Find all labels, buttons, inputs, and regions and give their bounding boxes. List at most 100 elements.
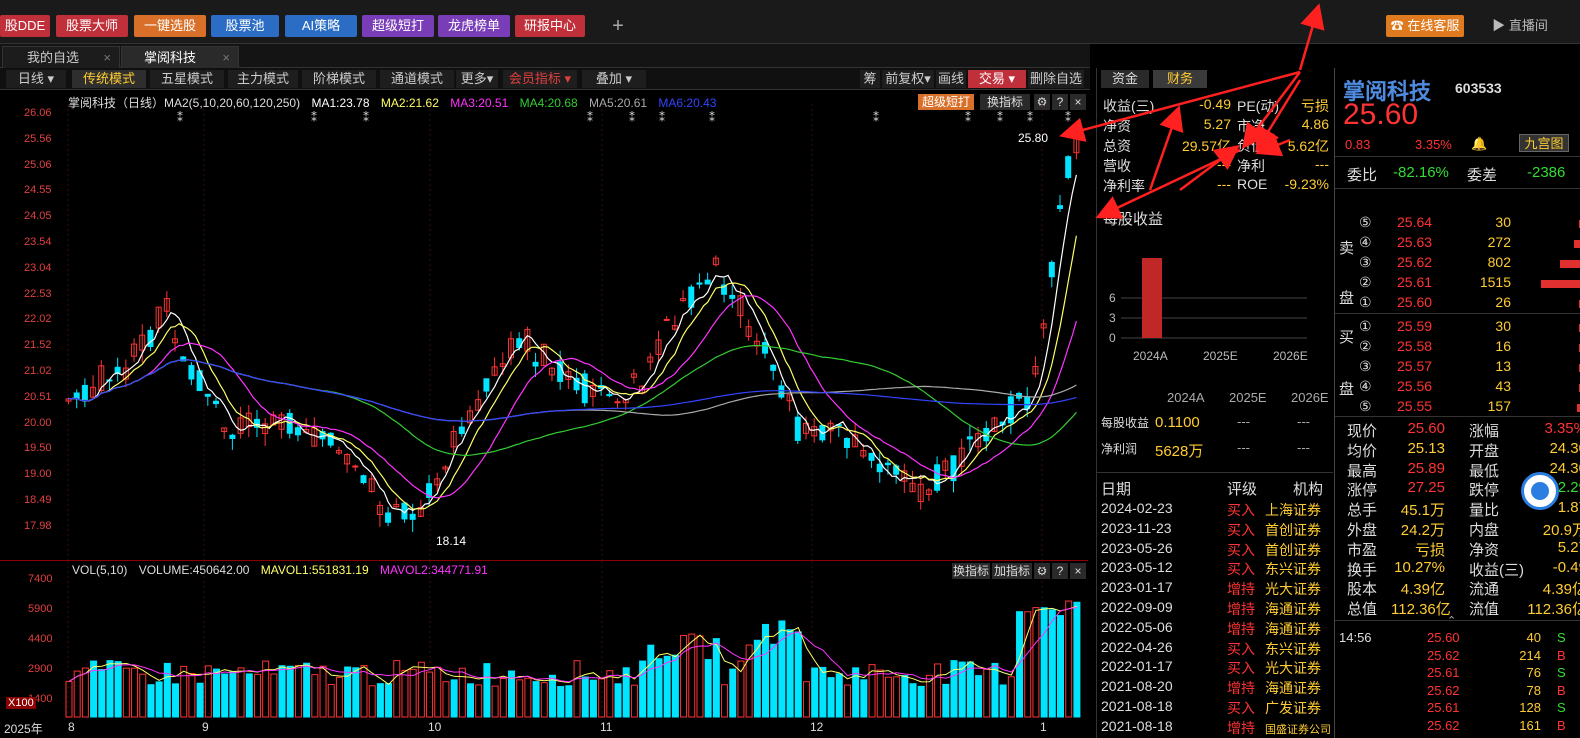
buy-level[interactable]: ⑤ 25.55 157 (1335, 398, 1580, 418)
event-marker[interactable]: ⁑ (363, 111, 369, 125)
nine-grid-button[interactable]: 九宫图 (1519, 134, 1569, 152)
adjust-select[interactable]: 前复权▾ (882, 70, 934, 88)
close-icon[interactable]: × (103, 47, 111, 69)
event-marker[interactable]: ⁑ (709, 111, 715, 125)
event-marker[interactable]: ⁑ (177, 111, 183, 125)
rating-row[interactable]: 2024-02-23 买入 上海证券 (1097, 500, 1333, 519)
mode-overlay[interactable]: 叠加 ▾ (582, 70, 646, 88)
mode-channel[interactable]: 通道模式 (380, 70, 454, 88)
event-marker[interactable]: ⁑ (629, 111, 635, 125)
toolbar-ai-strategy[interactable]: AI策略 (285, 15, 357, 37)
stat-value: 25.13 (1407, 439, 1445, 457)
level-price: 25.57 (1397, 358, 1433, 374)
rating-row[interactable]: 2021-08-18 买入 广发证券 (1097, 698, 1333, 717)
rating-row[interactable]: 2021-08-20 增持 海通证券 (1097, 678, 1333, 697)
mode-main-force[interactable]: 主力模式 (228, 70, 298, 88)
sell-level[interactable]: ② 25.61 1515 (1335, 274, 1580, 294)
tab-stock[interactable]: 掌阅科技 × (121, 46, 239, 68)
level-price: 25.64 (1397, 214, 1433, 230)
buy-level[interactable]: ① 25.59 30 (1335, 318, 1580, 338)
toolbar-one-click-pick[interactable]: 一键选股 (134, 15, 206, 37)
price-tick: 25.06 (24, 158, 52, 171)
month-label: 12 (810, 720, 824, 734)
event-marker[interactable]: ⁑ (1065, 111, 1071, 125)
trade-button[interactable]: 交易 ▾ (968, 70, 1026, 88)
event-marker[interactable]: ⁑ (873, 111, 879, 125)
rating-date: 2021-08-20 (1101, 678, 1173, 695)
tick-price: 25.62 (1427, 682, 1460, 698)
remove-watchlist-button[interactable]: 删除自选 (1028, 70, 1084, 88)
level-index: ③ (1359, 254, 1372, 270)
level-index: ④ (1359, 234, 1372, 250)
assistant-float-button[interactable] (1521, 472, 1559, 510)
period-select[interactable]: 日线 ▾ (6, 70, 66, 88)
tab-funds[interactable]: 资金 (1101, 70, 1149, 88)
mode-five-star[interactable]: 五星模式 (150, 70, 224, 88)
rating-org: 广发证券 (1265, 700, 1321, 716)
tab-watchlist[interactable]: 我的自选 × (2, 46, 120, 68)
rating-grade: 买入 (1227, 561, 1255, 578)
fin-value: --- (1217, 176, 1231, 192)
draw-line-button[interactable]: 画线 (936, 70, 966, 88)
chevron-up-icon[interactable]: ⌃ (1447, 614, 1456, 627)
add-tool-button[interactable]: + (606, 15, 630, 37)
tick-price: 25.61 (1427, 700, 1460, 715)
buy-level[interactable]: ② 25.58 16 (1335, 338, 1580, 358)
price-tick: 24.55 (24, 184, 52, 197)
event-marker[interactable]: ⁑ (587, 111, 593, 125)
weibi-value: -82.16% (1393, 164, 1449, 181)
sell-level[interactable]: ① 25.60 26 (1335, 294, 1580, 314)
level-index: ④ (1359, 378, 1372, 394)
toolbar-stock-pool[interactable]: 股票池 (211, 15, 279, 37)
online-service-button[interactable]: ☎ 在线客服 (1386, 15, 1464, 37)
chip-button[interactable]: 筹 (860, 70, 880, 88)
mode-more[interactable]: 更多▾ (456, 70, 498, 88)
rating-row[interactable]: 2022-05-06 增持 海通证券 (1097, 619, 1333, 638)
event-marker[interactable]: ⁑ (965, 111, 971, 125)
bell-icon[interactable]: 🔔 (1471, 136, 1487, 152)
rating-row[interactable]: 2021-08-18 增持 国盛证券公司 (1097, 718, 1333, 737)
rating-org: 海通证券 (1265, 601, 1321, 617)
event-marker[interactable]: ⁑ (311, 111, 317, 125)
kline-chart[interactable]: 掌阅科技（日线）MA2(5,10,20,60,120,250) MA1:23.7… (0, 90, 1088, 560)
close-icon[interactable]: × (222, 47, 230, 69)
price-tick: 19.00 (24, 468, 52, 481)
rating-row[interactable]: 2023-05-26 买入 首创证券 (1097, 540, 1333, 559)
rating-row[interactable]: 2022-09-09 增持 海通证券 (1097, 599, 1333, 618)
sell-level[interactable]: ③ 25.62 802 (1335, 254, 1580, 274)
toolbar-stock-master[interactable]: 股票大师 (56, 15, 128, 37)
mode-traditional[interactable]: 传统模式 (72, 70, 146, 88)
rating-row[interactable]: 2022-01-17 买入 光大证券 (1097, 658, 1333, 677)
tab-finance[interactable]: 财务 (1153, 70, 1207, 88)
toolbar-super-short[interactable]: 超级短打 (362, 15, 434, 37)
level-price: 25.61 (1397, 274, 1433, 290)
toolbar-dragon-tiger[interactable]: 龙虎榜单 (438, 15, 510, 37)
rating-row[interactable]: 2023-05-12 买入 东兴证券 (1097, 559, 1333, 578)
rating-grade: 增持 (1227, 581, 1255, 598)
volume-chart[interactable]: VOL(5,10) VOLUME:450642.00 MAVOL1:551831… (0, 560, 1088, 721)
toolbar-research[interactable]: 研报中心 (515, 15, 585, 37)
event-marker[interactable]: ⁑ (997, 111, 1003, 125)
ratings-header: 评级 (1227, 481, 1258, 498)
sell-level[interactable]: ⑤ 25.64 30 (1335, 214, 1580, 234)
eps-x-label: 2024A (1133, 349, 1168, 363)
level-price: 25.63 (1397, 234, 1433, 250)
price-change: 0.83 (1345, 137, 1371, 152)
toolbar-dde[interactable]: 股DDE (0, 15, 50, 37)
eps-value: --- (1297, 414, 1310, 429)
rating-row[interactable]: 2022-04-26 买入 东兴证券 (1097, 639, 1333, 658)
fin-value: 5.27 (1203, 116, 1231, 132)
sell-level[interactable]: ④ 25.63 272 (1335, 234, 1580, 254)
rating-row[interactable]: 2023-01-17 增持 光大证券 (1097, 579, 1333, 598)
level-volume: 802 (1487, 254, 1511, 270)
mode-ladder[interactable]: 阶梯模式 (302, 70, 376, 88)
buy-level[interactable]: ④ 25.56 43 (1335, 378, 1580, 398)
buy-level[interactable]: ③ 25.57 13 (1335, 358, 1580, 378)
event-marker[interactable]: ⁑ (1027, 111, 1033, 125)
stat-label: 最低 (1469, 462, 1500, 480)
rating-row[interactable]: 2023-11-23 买入 首创证券 (1097, 520, 1333, 539)
month-label: 1 (1040, 720, 1047, 734)
mode-member-indicator[interactable]: 会员指标 ▾ (503, 70, 577, 88)
live-room-button[interactable]: ▶ 直播间 (1488, 15, 1552, 37)
event-marker[interactable]: ⁑ (659, 111, 665, 125)
